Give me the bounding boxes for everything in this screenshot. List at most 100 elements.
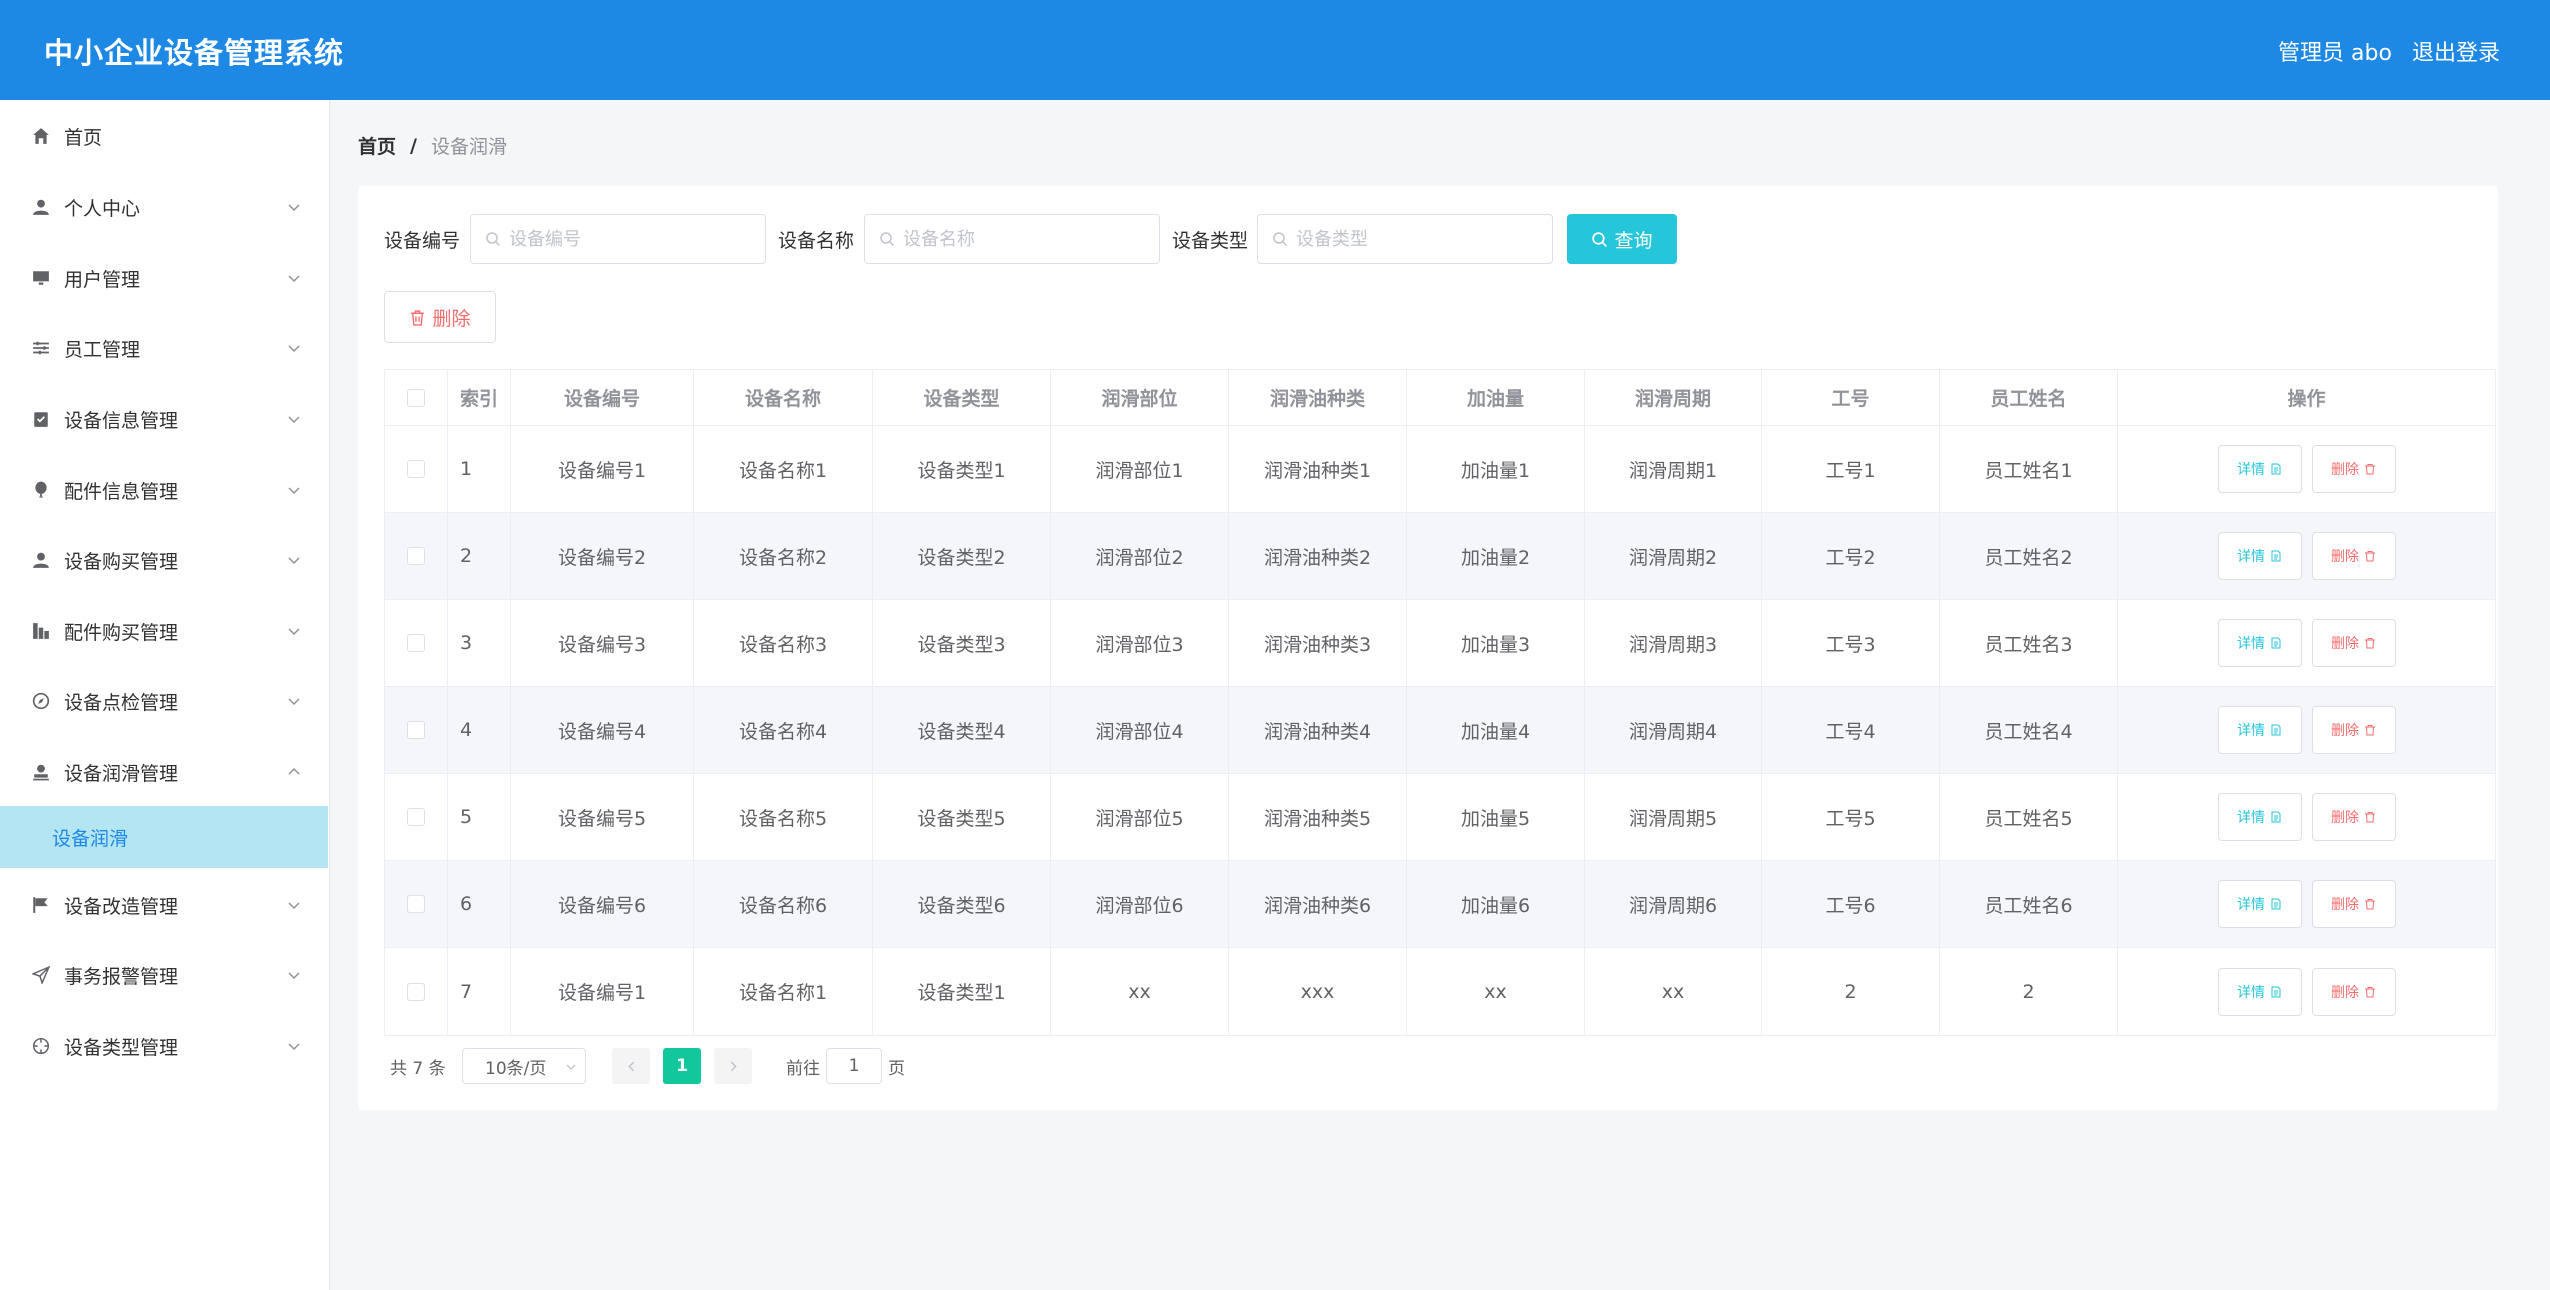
sidebar-item-user-management[interactable]: 用户管理: [0, 248, 330, 308]
chevron-down-icon: [288, 487, 300, 495]
detail-button[interactable]: 详情: [2217, 532, 2302, 580]
clipboard-icon: [30, 408, 52, 430]
device-name-field[interactable]: [864, 214, 1160, 264]
table-cell: 员工姓名4: [1940, 687, 2118, 773]
table-row: 7 设备编号1 设备名称1 设备类型1 xx xxx xx xx 2 2 详情 …: [385, 948, 2495, 1035]
sidebar-item-device-purchase[interactable]: 设备购买管理: [0, 530, 330, 590]
page-size-value: 10条/页: [485, 1058, 547, 1079]
table-cell: 设备名称5: [694, 774, 873, 860]
row-checkbox[interactable]: [407, 721, 425, 739]
row-checkbox[interactable]: [407, 982, 425, 1001]
page-number-current[interactable]: 1: [663, 1048, 701, 1084]
prev-page-button[interactable]: [612, 1048, 650, 1084]
goto-page-input[interactable]: [826, 1048, 882, 1084]
sidebar-item-personal-center[interactable]: 个人中心: [0, 177, 330, 237]
sidebar-item-employee-management[interactable]: 员工管理: [0, 318, 330, 378]
detail-button[interactable]: 详情: [2217, 445, 2302, 493]
chevron-down-icon: [288, 557, 300, 565]
table-cell: 润滑部位3: [1051, 600, 1229, 686]
search-icon: [1592, 231, 1608, 247]
top-header: 中小企业设备管理系统 管理员 abo 退出登录: [0, 0, 2550, 100]
table-header-row: 索引 设备编号 设备名称 设备类型 润滑部位 润滑油种类 加油量 润滑周期 工号…: [385, 370, 2495, 426]
next-page-button[interactable]: [714, 1048, 752, 1084]
sidebar-item-device-info[interactable]: 设备信息管理: [0, 389, 330, 449]
send-icon: [30, 964, 52, 986]
sidebar-item-parts-purchase[interactable]: 配件购买管理: [0, 601, 330, 661]
delete-button[interactable]: 删除: [2311, 967, 2396, 1016]
chevron-down-icon: [288, 345, 300, 353]
detail-button[interactable]: 详情: [2217, 967, 2302, 1016]
table-row: 1 设备编号1 设备名称1 设备类型1 润滑部位1 润滑油种类1 加油量1 润滑…: [385, 426, 2495, 513]
page-size-select[interactable]: 10条/页: [462, 1048, 586, 1084]
logout-link[interactable]: 退出登录: [2412, 35, 2500, 67]
select-all-checkbox[interactable]: [407, 388, 425, 407]
device-code-field[interactable]: [470, 214, 766, 264]
query-button[interactable]: 查询: [1567, 214, 1677, 264]
row-actions: 详情 删除: [2118, 948, 2495, 1035]
row-checkbox[interactable]: [407, 808, 425, 826]
table-cell: 3: [448, 600, 511, 686]
table-cell: 设备类型1: [873, 426, 1051, 512]
header-select-all-cell: [385, 370, 448, 425]
table-cell: 2: [448, 513, 511, 599]
row-actions: 详情 删除: [2118, 600, 2495, 686]
row-checkbox[interactable]: [407, 895, 425, 913]
table-cell: 设备名称1: [694, 948, 873, 1035]
table-cell: 1: [448, 426, 511, 512]
breadcrumb-home[interactable]: 首页: [358, 132, 396, 159]
delete-button[interactable]: 删除: [2311, 880, 2396, 928]
delete-button[interactable]: 删除: [2311, 619, 2396, 667]
row-checkbox[interactable]: [407, 460, 425, 478]
sidebar-item-alarm[interactable]: 事务报警管理: [0, 945, 330, 1005]
table-cell: 员工姓名5: [1940, 774, 2118, 860]
table-header-cell: 设备编号: [511, 370, 694, 425]
table-cell: xx: [1407, 948, 1585, 1035]
table-cell: 7: [448, 948, 511, 1035]
trash-icon: [411, 309, 425, 326]
delete-button[interactable]: 删除: [2311, 793, 2396, 841]
table-cell: 设备类型1: [873, 948, 1051, 1035]
sidebar-item-parts-info[interactable]: 配件信息管理: [0, 460, 330, 520]
trash-icon: [2365, 812, 2375, 823]
current-user[interactable]: 管理员 abo: [2278, 35, 2392, 67]
table-cell: xx: [1585, 948, 1762, 1035]
chevron-right-icon: [730, 1061, 737, 1071]
table-cell: 设备名称4: [694, 687, 873, 773]
table-cell: 工号6: [1762, 861, 1940, 947]
pagination-total: 共 7 条: [390, 1058, 446, 1079]
delete-button[interactable]: 删除: [2311, 706, 2396, 754]
table-header-cell: 索引: [448, 370, 511, 425]
row-checkbox[interactable]: [407, 547, 425, 565]
sidebar-item-inspection[interactable]: 设备点检管理: [0, 671, 330, 731]
goto-label: 前往: [786, 1058, 820, 1079]
row-actions: 详情 删除: [2118, 426, 2495, 512]
detail-button-label: 详情: [2237, 462, 2265, 478]
trash-icon: [2365, 899, 2375, 910]
table-header-cell: 设备名称: [694, 370, 873, 425]
app-title: 中小企业设备管理系统: [44, 36, 345, 70]
sidebar-item-home[interactable]: 首页: [0, 106, 330, 166]
sidebar-item-device-type[interactable]: 设备类型管理: [0, 1016, 330, 1076]
sidebar-item-lubrication[interactable]: 设备润滑管理: [0, 742, 330, 802]
sidebar-subitem-lubrication[interactable]: 设备润滑: [0, 806, 328, 868]
detail-button[interactable]: 详情: [2217, 619, 2302, 667]
device-name-input[interactable]: [903, 228, 1143, 250]
chevron-down-icon: [288, 275, 300, 283]
delete-button[interactable]: 删除: [2311, 532, 2396, 580]
delete-button[interactable]: 删除: [2311, 445, 2396, 493]
table-header-cell: 工号: [1762, 370, 1940, 425]
trash-icon: [2365, 551, 2375, 562]
row-select-cell: [385, 687, 448, 773]
sidebar-item-renovation[interactable]: 设备改造管理: [0, 875, 330, 935]
detail-button[interactable]: 详情: [2217, 793, 2302, 841]
table-cell: 工号3: [1762, 600, 1940, 686]
device-type-input[interactable]: [1296, 228, 1536, 250]
detail-button[interactable]: 详情: [2217, 880, 2302, 928]
device-type-field[interactable]: [1257, 214, 1553, 264]
detail-button[interactable]: 详情: [2217, 706, 2302, 754]
table-cell: 设备类型3: [873, 600, 1051, 686]
device-code-input[interactable]: [509, 228, 749, 250]
document-icon: [2271, 898, 2281, 910]
row-checkbox[interactable]: [407, 634, 425, 652]
batch-delete-button[interactable]: 删除: [384, 291, 496, 343]
